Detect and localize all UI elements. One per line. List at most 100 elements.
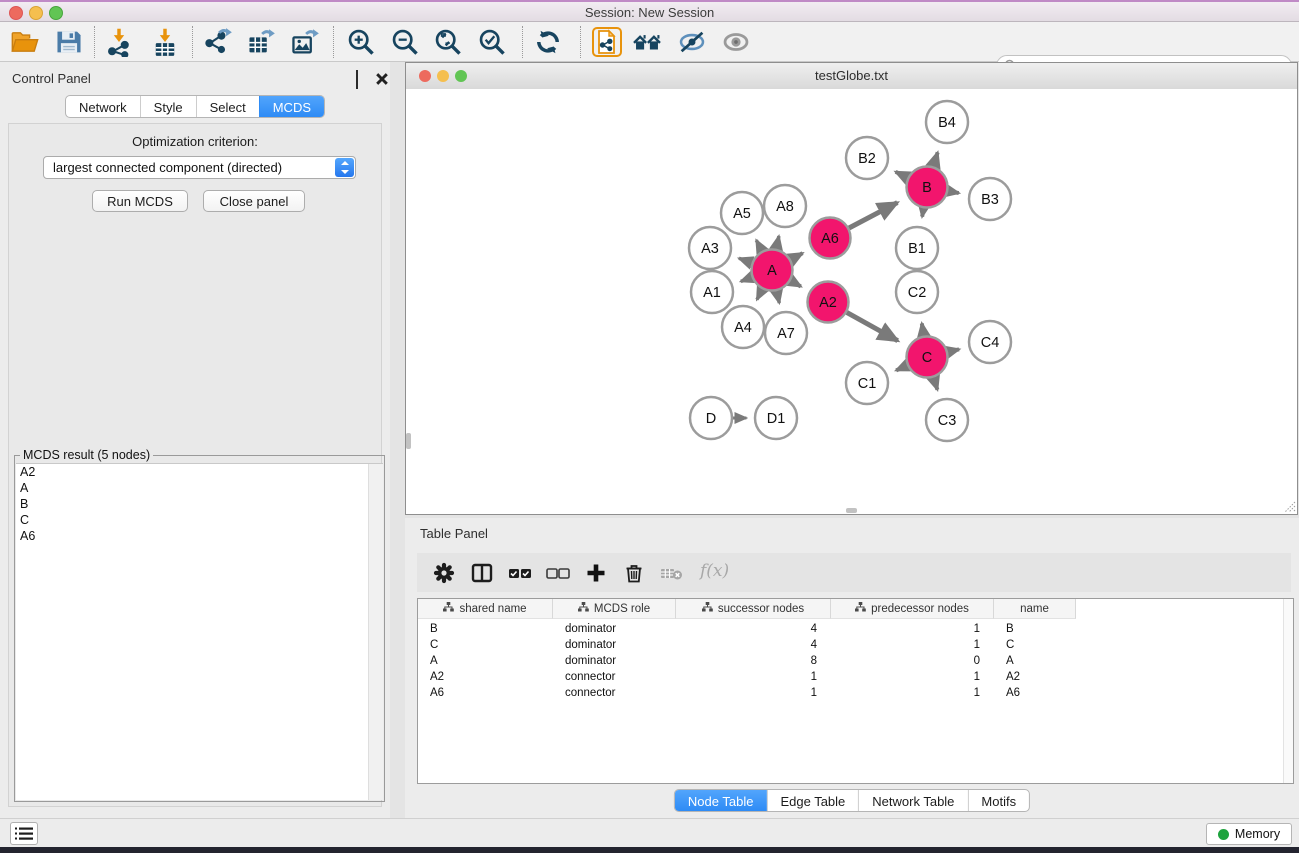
resize-grip-icon[interactable] bbox=[1283, 500, 1296, 513]
select-all-icon[interactable] bbox=[507, 560, 533, 586]
edge-A-A3[interactable] bbox=[739, 258, 752, 263]
graph-node-C4[interactable]: C4 bbox=[969, 321, 1011, 363]
graph-node-A2[interactable]: A2 bbox=[808, 282, 849, 323]
edge-C-C4[interactable] bbox=[948, 349, 959, 352]
delete-table-icon[interactable] bbox=[659, 560, 685, 586]
result-item[interactable]: A6 bbox=[16, 528, 383, 544]
table-row[interactable]: Cdominator41C bbox=[418, 637, 1283, 653]
show-column-icon[interactable] bbox=[469, 560, 495, 586]
tab-network[interactable]: Network bbox=[66, 96, 140, 117]
result-item[interactable]: A bbox=[16, 480, 383, 496]
function-builder-icon[interactable]: f(x) bbox=[700, 561, 729, 581]
tab-select[interactable]: Select bbox=[196, 96, 259, 117]
import-network-icon[interactable] bbox=[104, 27, 134, 57]
refresh-icon[interactable] bbox=[533, 27, 563, 57]
graph-node-A4[interactable]: A4 bbox=[722, 306, 764, 348]
result-item[interactable]: A2 bbox=[16, 464, 383, 480]
float-panel-icon[interactable] bbox=[356, 71, 370, 85]
network-window-titlebar[interactable]: testGlobe.txt bbox=[406, 63, 1297, 90]
zoom-fit-icon[interactable] bbox=[433, 27, 463, 57]
graph-node-B2[interactable]: B2 bbox=[846, 137, 888, 179]
edge-A6-B[interactable] bbox=[849, 203, 897, 228]
save-session-icon[interactable] bbox=[54, 27, 84, 57]
graph-node-D1[interactable]: D1 bbox=[755, 397, 797, 439]
criterion-dropdown[interactable]: largest connected component (directed) bbox=[43, 156, 356, 179]
result-scrollbar[interactable] bbox=[368, 464, 383, 800]
close-panel-icon[interactable] bbox=[375, 71, 389, 85]
open-file-icon[interactable] bbox=[10, 27, 40, 57]
table-row[interactable]: Adominator80A bbox=[418, 653, 1283, 669]
export-network-icon[interactable] bbox=[203, 27, 233, 57]
graph-node-A1[interactable]: A1 bbox=[691, 271, 733, 313]
table-row[interactable]: Bdominator41B bbox=[418, 621, 1283, 637]
column-header-name[interactable]: name bbox=[994, 599, 1076, 619]
edge-A2-C[interactable] bbox=[847, 312, 898, 340]
edge-B-B2[interactable] bbox=[896, 172, 908, 178]
graph-node-C2[interactable]: C2 bbox=[896, 271, 938, 313]
graph-node-A8[interactable]: A8 bbox=[764, 185, 806, 227]
mcds-result-list[interactable]: A2ABCA6 bbox=[16, 463, 383, 800]
hide-graphics-details-icon[interactable] bbox=[677, 27, 707, 57]
edge-A-A1[interactable] bbox=[741, 277, 752, 281]
delete-column-icon[interactable] bbox=[621, 560, 647, 586]
edge-C-C2[interactable] bbox=[922, 323, 924, 335]
network-graph[interactable]: B4 B2 B B3 A8A5 A6 A3 B1 A A1 C2 A2 A4A7 C4 C C1 D D1 C3 bbox=[406, 89, 1297, 514]
zoom-selected-icon[interactable] bbox=[477, 27, 507, 57]
graph-node-A[interactable]: A bbox=[752, 250, 793, 291]
column-header-successor-nodes[interactable]: successor nodes bbox=[676, 599, 831, 619]
graph-node-A3[interactable]: A3 bbox=[689, 227, 731, 269]
tab-node-table[interactable]: Node Table bbox=[675, 790, 767, 811]
graph-node-A5[interactable]: A5 bbox=[721, 192, 763, 234]
zoom-in-icon[interactable] bbox=[346, 27, 376, 57]
export-image-icon[interactable] bbox=[290, 27, 320, 57]
edge-A-A7[interactable] bbox=[777, 291, 780, 303]
result-item[interactable]: C bbox=[16, 512, 383, 528]
settings-gear-icon[interactable] bbox=[431, 560, 457, 586]
table-row[interactable]: A6connector11A6 bbox=[418, 685, 1283, 701]
new-network-from-file-icon[interactable] bbox=[592, 27, 622, 57]
result-item[interactable]: B bbox=[16, 496, 383, 512]
close-panel-button[interactable]: Close panel bbox=[203, 190, 305, 212]
tab-edge-table[interactable]: Edge Table bbox=[766, 790, 858, 811]
graph-node-A7[interactable]: A7 bbox=[765, 312, 807, 354]
edge-C-C3[interactable] bbox=[934, 377, 938, 389]
zoom-out-icon[interactable] bbox=[390, 27, 420, 57]
network-canvas[interactable]: B4 B2 B B3 A8A5 A6 A3 B1 A A1 C2 A2 A4A7 C4 C C1 D D1 C3 bbox=[406, 89, 1297, 514]
column-header-predecessor-nodes[interactable]: predecessor nodes bbox=[831, 599, 994, 619]
edge-C-C1[interactable] bbox=[896, 366, 907, 371]
task-history-button[interactable] bbox=[10, 822, 38, 845]
vertical-scrollbar-thumb[interactable] bbox=[406, 433, 411, 449]
edge-B-B3[interactable] bbox=[948, 191, 959, 193]
graph-node-D[interactable]: D bbox=[690, 397, 732, 439]
graph-node-B[interactable]: B bbox=[907, 167, 948, 208]
home-icon[interactable] bbox=[632, 27, 662, 57]
graph-node-B1[interactable]: B1 bbox=[896, 227, 938, 269]
graph-node-C1[interactable]: C1 bbox=[846, 362, 888, 404]
edge-A-A5[interactable] bbox=[756, 240, 762, 251]
deselect-all-icon[interactable] bbox=[545, 560, 571, 586]
graph-node-B3[interactable]: B3 bbox=[969, 178, 1011, 220]
import-table-icon[interactable] bbox=[150, 27, 180, 57]
graph-node-B4[interactable]: B4 bbox=[926, 101, 968, 143]
edge-B-B1[interactable] bbox=[922, 208, 923, 216]
edge-B-B4[interactable] bbox=[933, 152, 937, 166]
tab-mcds[interactable]: MCDS bbox=[259, 96, 324, 117]
show-graphics-details-icon[interactable] bbox=[721, 27, 751, 57]
table-scrollbar[interactable] bbox=[1283, 599, 1293, 783]
export-table-icon[interactable] bbox=[246, 27, 276, 57]
run-mcds-button[interactable]: Run MCDS bbox=[92, 190, 188, 212]
graph-node-C[interactable]: C bbox=[907, 337, 948, 378]
column-header-shared-name[interactable]: shared name bbox=[418, 599, 553, 619]
horizontal-scrollbar-thumb[interactable] bbox=[846, 508, 857, 513]
tab-motifs[interactable]: Motifs bbox=[967, 790, 1029, 811]
graph-node-A6[interactable]: A6 bbox=[810, 218, 851, 259]
add-column-icon[interactable] bbox=[583, 560, 609, 586]
column-header-mcds-role[interactable]: MCDS role bbox=[553, 599, 676, 619]
edge-A-A4[interactable] bbox=[757, 289, 762, 299]
graph-node-C3[interactable]: C3 bbox=[926, 399, 968, 441]
table-row[interactable]: A2connector11A2 bbox=[418, 669, 1283, 685]
edge-A-A6[interactable] bbox=[791, 253, 803, 259]
memory-button[interactable]: Memory bbox=[1206, 823, 1292, 845]
tab-network-table[interactable]: Network Table bbox=[858, 790, 967, 811]
node-table[interactable]: shared nameMCDS rolesuccessor nodesprede… bbox=[417, 598, 1294, 784]
